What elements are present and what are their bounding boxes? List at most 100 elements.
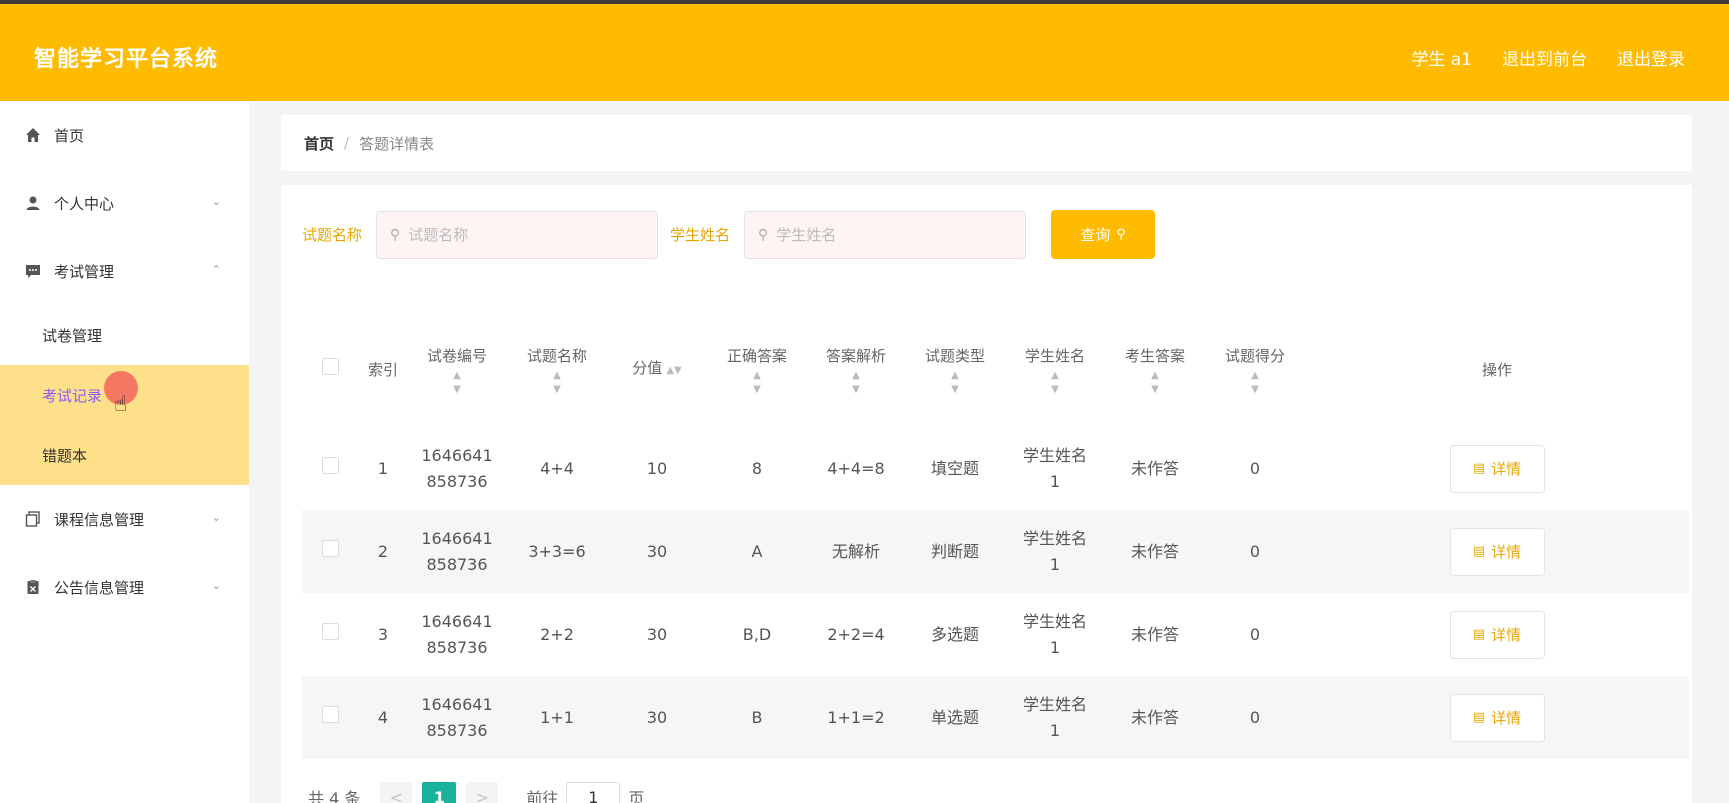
sort-icon[interactable]: ▲▼ <box>1205 369 1305 397</box>
header-index: 索引 <box>367 360 398 379</box>
cell-type: 判断题 <box>930 541 979 561</box>
cell-paper-id: 1646641 858736 <box>421 611 493 657</box>
table-header: 索引 试卷编号 ▲ ▼ 试题名称 ▲ ▼ 分值 ▲▼ 正确答案 ▲ ▼ 答案解析 ▲ ▼ 试题类型… <box>302 312 1689 427</box>
sidebar-item-home[interactable]: 首页 <box>0 101 249 169</box>
detail-button[interactable]: ▤ 详情 <box>1449 444 1545 493</box>
cell-paper-id: 1646641 858736 <box>421 445 493 491</box>
sidebar-item-notice-management[interactable]: 公告信息管理 ⌄ <box>0 553 249 621</box>
cell-question-score: 0 <box>1249 624 1261 644</box>
cell-student-answer: 未作答 <box>1130 707 1179 727</box>
select-all-checkbox[interactable] <box>322 357 339 375</box>
cell-correct-answer: A <box>751 541 763 561</box>
cell-type: 多选题 <box>930 624 979 644</box>
next-page-button[interactable]: > <box>466 782 499 803</box>
chevron-down-icon: ⌄ <box>211 511 221 524</box>
question-name-label: 试题名称 <box>302 226 363 244</box>
cell-index: 2 <box>377 541 389 561</box>
cell-index: 1 <box>377 458 389 478</box>
cell-student-answer: 未作答 <box>1130 624 1179 644</box>
prev-page-button[interactable]: < <box>380 782 413 803</box>
cell-correct-answer: 8 <box>751 458 763 478</box>
pagination-total: 共 4 条 <box>308 789 361 803</box>
sidebar-item-label: 考试管理 <box>54 262 115 281</box>
document-icon: ▤ <box>1472 460 1486 476</box>
cell-analysis: 无解析 <box>831 541 880 561</box>
question-name-input[interactable]: ⚲ 试题名称 <box>376 210 659 259</box>
top-header: 智能学习平台系统 学生 a1 退出到前台 退出登录 <box>0 0 1729 101</box>
cell-analysis: 4+4=8 <box>827 458 885 478</box>
sidebar-item-profile[interactable]: 个人中心 ⌄ <box>0 169 249 237</box>
header-score[interactable]: 分值 ▲▼ <box>607 355 707 384</box>
cell-index: 4 <box>377 707 389 727</box>
sort-icon[interactable]: ▲▼ <box>666 365 681 376</box>
cell-student-name: 学生姓名 1 <box>1022 611 1087 657</box>
cell-paper-id: 1646641 858736 <box>421 694 493 740</box>
cell-type: 填空题 <box>930 458 979 478</box>
row-checkbox[interactable] <box>322 622 339 640</box>
main-content: 试题名称 ⚲ 试题名称 学生姓名 ⚲ 学生姓名 查询 ⚲ 索引 试卷编号 ▲ ▼ 试… <box>281 185 1692 803</box>
page-number-button[interactable]: 1 <box>422 782 457 803</box>
sidebar-item-exam-management[interactable]: 考试管理 ⌃ <box>0 237 249 305</box>
cell-analysis: 2+2=4 <box>827 624 885 644</box>
copy-icon <box>24 510 42 528</box>
detail-button[interactable]: ▤ 详情 <box>1449 527 1545 576</box>
detail-button[interactable]: ▤ 详情 <box>1449 610 1545 659</box>
logout-link[interactable]: 退出登录 <box>1617 45 1685 70</box>
cell-student-answer: 未作答 <box>1130 541 1179 561</box>
sort-icon[interactable]: ▲▼ <box>905 369 1005 397</box>
sort-icon[interactable]: ▲▼ <box>407 369 507 397</box>
user-name-link[interactable]: 学生 a1 <box>1411 45 1472 70</box>
app-title: 智能学习平台系统 <box>34 47 219 72</box>
sort-icon[interactable]: ▲▼ <box>1105 369 1205 397</box>
home-icon <box>24 126 42 144</box>
sort-icon[interactable]: ▲▼ <box>707 369 807 397</box>
detail-button[interactable]: ▤ 详情 <box>1449 693 1545 742</box>
sidebar-item-label: 公告信息管理 <box>54 578 145 597</box>
chevron-down-icon: ⌄ <box>211 195 221 208</box>
cell-question-name: 3+3=6 <box>528 541 586 561</box>
document-icon: ▤ <box>1472 543 1486 559</box>
table-row: 2 1646641 858736 3+3=6 30 A 无解析 判断题 学生姓名 1… <box>302 510 1689 593</box>
sort-icon[interactable]: ▲▼ <box>1005 369 1105 397</box>
chevron-down-icon: ⌄ <box>211 579 221 592</box>
cell-student-name: 学生姓名 1 <box>1022 445 1087 491</box>
header-paper-id[interactable]: 试卷编号 ▲ ▼ <box>407 343 507 397</box>
clipboard-icon <box>24 578 42 596</box>
breadcrumb: 首页 / 答题详情表 <box>281 115 1692 171</box>
cell-question-name: 4+4 <box>540 458 574 478</box>
header-correct-answer[interactable]: 正确答案 ▲ ▼ <box>707 343 807 397</box>
sidebar-subitem-mistake-book[interactable]: 错题本 <box>0 425 249 485</box>
sort-icon[interactable]: ▲▼ <box>507 369 607 397</box>
header-question-type[interactable]: 试题类型 ▲ ▼ <box>905 343 1005 397</box>
sidebar-item-course-management[interactable]: 课程信息管理 ⌄ <box>0 485 249 553</box>
back-to-frontend-link[interactable]: 退出到前台 <box>1502 45 1587 70</box>
breadcrumb-home[interactable]: 首页 <box>304 133 334 154</box>
header-question-name[interactable]: 试题名称 ▲ ▼ <box>507 343 607 397</box>
row-checkbox[interactable] <box>322 705 339 723</box>
search-icon: ⚲ <box>1116 227 1126 242</box>
cell-paper-id: 1646641 858736 <box>421 528 493 574</box>
sort-icon[interactable]: ▲▼ <box>807 369 905 397</box>
row-checkbox[interactable] <box>322 539 339 557</box>
header-links: 学生 a1 退出到前台 退出登录 <box>1411 45 1685 70</box>
cell-score: 30 <box>646 707 668 727</box>
cell-index: 3 <box>377 624 389 644</box>
row-checkbox[interactable] <box>322 456 339 474</box>
cell-type: 单选题 <box>930 707 979 727</box>
table-row: 1 1646641 858736 4+4 10 8 4+4=8 填空题 学生姓名 1… <box>302 427 1689 510</box>
goto-page-input[interactable]: 1 <box>566 782 621 803</box>
page-unit-label: 页 <box>628 789 645 803</box>
student-name-input[interactable]: ⚲ 学生姓名 <box>744 210 1027 259</box>
cell-score: 30 <box>646 541 668 561</box>
search-button-label: 查询 <box>1080 226 1111 244</box>
sidebar-subitem-paper-management[interactable]: 试卷管理 <box>0 305 249 365</box>
breadcrumb-separator: / <box>344 134 350 152</box>
search-button[interactable]: 查询 ⚲ <box>1051 210 1156 259</box>
cell-student-answer: 未作答 <box>1130 458 1179 478</box>
search-icon: ⚲ <box>390 226 401 243</box>
goto-label: 前往 <box>526 789 559 803</box>
header-question-score[interactable]: 试题得分 ▲ ▼ <box>1205 343 1305 397</box>
header-student-name[interactable]: 学生姓名 ▲ ▼ <box>1005 343 1105 397</box>
header-answer-analysis[interactable]: 答案解析 ▲ ▼ <box>807 343 905 397</box>
header-student-answer[interactable]: 考生答案 ▲ ▼ <box>1105 343 1205 397</box>
